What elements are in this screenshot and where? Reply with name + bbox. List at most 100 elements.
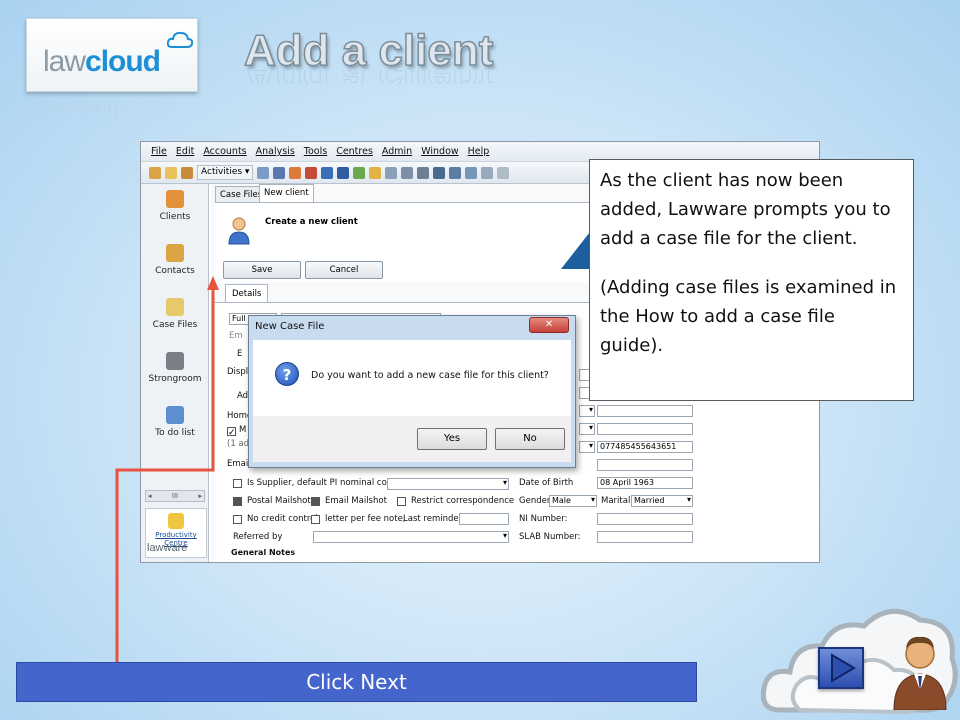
menu-file[interactable]: File xyxy=(151,146,167,157)
dropdown-5[interactable] xyxy=(579,441,595,453)
menu-accounts[interactable]: Accounts xyxy=(203,146,246,157)
marital-dropdown[interactable]: Married xyxy=(631,495,693,507)
toolbar-icon[interactable] xyxy=(289,166,302,179)
referred-by-dropdown[interactable] xyxy=(313,531,509,543)
productivity-label-1: Productivity xyxy=(155,531,197,539)
dialog-message: Do you want to add a new case file for t… xyxy=(311,370,549,381)
sidebar-item-label: To do list xyxy=(155,428,195,438)
client-avatar-icon xyxy=(228,217,250,245)
next-button[interactable] xyxy=(818,647,864,689)
scroll-left-icon[interactable]: ◂ xyxy=(148,492,152,500)
scroll-thumb[interactable]: III xyxy=(172,492,178,500)
m-checkbox[interactable]: ✓ xyxy=(227,427,236,438)
phone-field[interactable]: 077485455643651 xyxy=(597,441,693,453)
is-supplier-label: Is Supplier, default PI nominal code: xyxy=(247,478,401,488)
menu-help[interactable]: Help xyxy=(468,146,490,157)
scroll-right-icon[interactable]: ▸ xyxy=(198,492,202,500)
menu-analysis[interactable]: Analysis xyxy=(256,146,295,157)
ni-number-label: NI Number: xyxy=(519,514,568,524)
last-reminder-label: Last reminder xyxy=(403,514,463,524)
strongroom-icon xyxy=(166,352,184,370)
toolbar-icon[interactable] xyxy=(497,166,510,179)
restrict-correspondence-checkbox[interactable] xyxy=(397,497,406,506)
new-case-file-dialog: New Case File ✕ ? Do you want to add a n… xyxy=(248,315,576,468)
menu-centres[interactable]: Centres xyxy=(336,146,373,157)
menu-tools[interactable]: Tools xyxy=(304,146,327,157)
sidebar-item-case-files[interactable]: Case Files xyxy=(141,298,209,330)
dialog-close-button[interactable]: ✕ xyxy=(529,317,569,333)
email-field[interactable] xyxy=(597,459,693,471)
title-reflection: Add a client xyxy=(244,70,493,84)
toolbar-icon[interactable] xyxy=(181,166,193,179)
sidebar: Clients Contacts Case Files Strongroom T… xyxy=(141,184,209,562)
dropdown-4[interactable] xyxy=(579,423,595,435)
no-credit-control-checkbox[interactable] xyxy=(233,515,242,524)
click-next-bar[interactable]: Click Next xyxy=(16,662,697,702)
instruction-callout: As the client has now been added, Lawwar… xyxy=(589,159,914,401)
sidebar-item-todo[interactable]: To do list xyxy=(141,406,209,438)
productivity-icon xyxy=(168,513,184,529)
no-button[interactable]: No xyxy=(495,428,565,450)
toolbar-icon[interactable] xyxy=(165,166,177,179)
create-client-label: Create a new client xyxy=(265,217,358,227)
yes-button[interactable]: Yes xyxy=(417,428,487,450)
menu-edit[interactable]: Edit xyxy=(176,146,194,157)
last-reminder-field[interactable] xyxy=(459,513,509,525)
toolbar-icon[interactable] xyxy=(481,166,494,179)
contact-field-3[interactable] xyxy=(597,423,693,435)
sidebar-item-contacts[interactable]: Contacts xyxy=(141,244,209,276)
postal-mailshot-checkbox[interactable] xyxy=(233,497,242,506)
toolbar-icon[interactable] xyxy=(353,166,366,179)
gender-label: Gender xyxy=(519,496,551,506)
general-notes-label: General Notes xyxy=(231,548,296,557)
letter-fee-checkbox[interactable] xyxy=(311,515,320,524)
e-label: E xyxy=(237,349,243,359)
no-credit-control-label: No credit control xyxy=(247,514,318,524)
menu-window[interactable]: Window xyxy=(421,146,458,157)
sidebar-item-strongroom[interactable]: Strongroom xyxy=(141,352,209,384)
email-mailshot-checkbox[interactable] xyxy=(311,497,320,506)
sidebar-item-clients[interactable]: Clients xyxy=(141,190,209,222)
dropdown-3[interactable] xyxy=(579,405,595,417)
toolbar-icon[interactable] xyxy=(417,166,430,179)
toolbar-icon[interactable] xyxy=(321,166,334,179)
activities-dropdown[interactable]: Activities ▾ xyxy=(197,165,254,180)
logo-cloud-text: cloud xyxy=(85,45,161,78)
toolbar-icon[interactable] xyxy=(401,166,414,179)
tab-new-client[interactable]: New client xyxy=(259,184,314,204)
toolbar-icon[interactable] xyxy=(465,166,478,179)
toolbar-icon[interactable] xyxy=(305,166,318,179)
cancel-button[interactable]: Cancel xyxy=(305,261,383,279)
referred-by-label: Referred by xyxy=(233,532,283,542)
menu-admin[interactable]: Admin xyxy=(382,146,412,157)
slab-number-field[interactable] xyxy=(597,531,693,543)
toolbar-icon[interactable] xyxy=(369,166,382,179)
slab-number-label: SLAB Number: xyxy=(519,532,581,542)
toolbar-icon[interactable] xyxy=(449,166,462,179)
toolbar-icon[interactable] xyxy=(149,166,161,179)
dialog-footer: Yes No xyxy=(253,416,571,462)
sidebar-scrollbar[interactable]: ◂ III ▸ xyxy=(145,490,205,502)
toolbar-icon[interactable] xyxy=(257,166,270,179)
play-next-icon xyxy=(831,653,856,683)
contact-field-2[interactable] xyxy=(597,405,693,417)
dob-field[interactable]: 08 April 1963 xyxy=(597,477,693,489)
presenter-avatar-icon xyxy=(893,636,947,710)
gender-dropdown[interactable]: Male xyxy=(549,495,597,507)
toolbar-icon[interactable] xyxy=(433,166,446,179)
dob-value: 08 April 1963 xyxy=(600,478,654,487)
ni-number-field[interactable] xyxy=(597,513,693,525)
logo-reflection: lawcloud xyxy=(40,95,118,120)
toolbar-icon[interactable] xyxy=(337,166,350,179)
toolbar-icon[interactable] xyxy=(273,166,286,179)
tab-details[interactable]: Details xyxy=(225,284,269,302)
logo-law-text: law xyxy=(43,45,86,78)
nominal-code-dropdown[interactable] xyxy=(387,478,509,490)
lawcloud-logo: lawcloud xyxy=(26,18,198,92)
toolbar-icon[interactable] xyxy=(385,166,398,179)
address-count-label: (1 ad xyxy=(227,439,250,449)
marital-label: Marital xyxy=(601,496,631,506)
clients-icon xyxy=(166,190,184,208)
is-supplier-checkbox[interactable] xyxy=(233,479,242,488)
save-button[interactable]: Save xyxy=(223,261,301,279)
